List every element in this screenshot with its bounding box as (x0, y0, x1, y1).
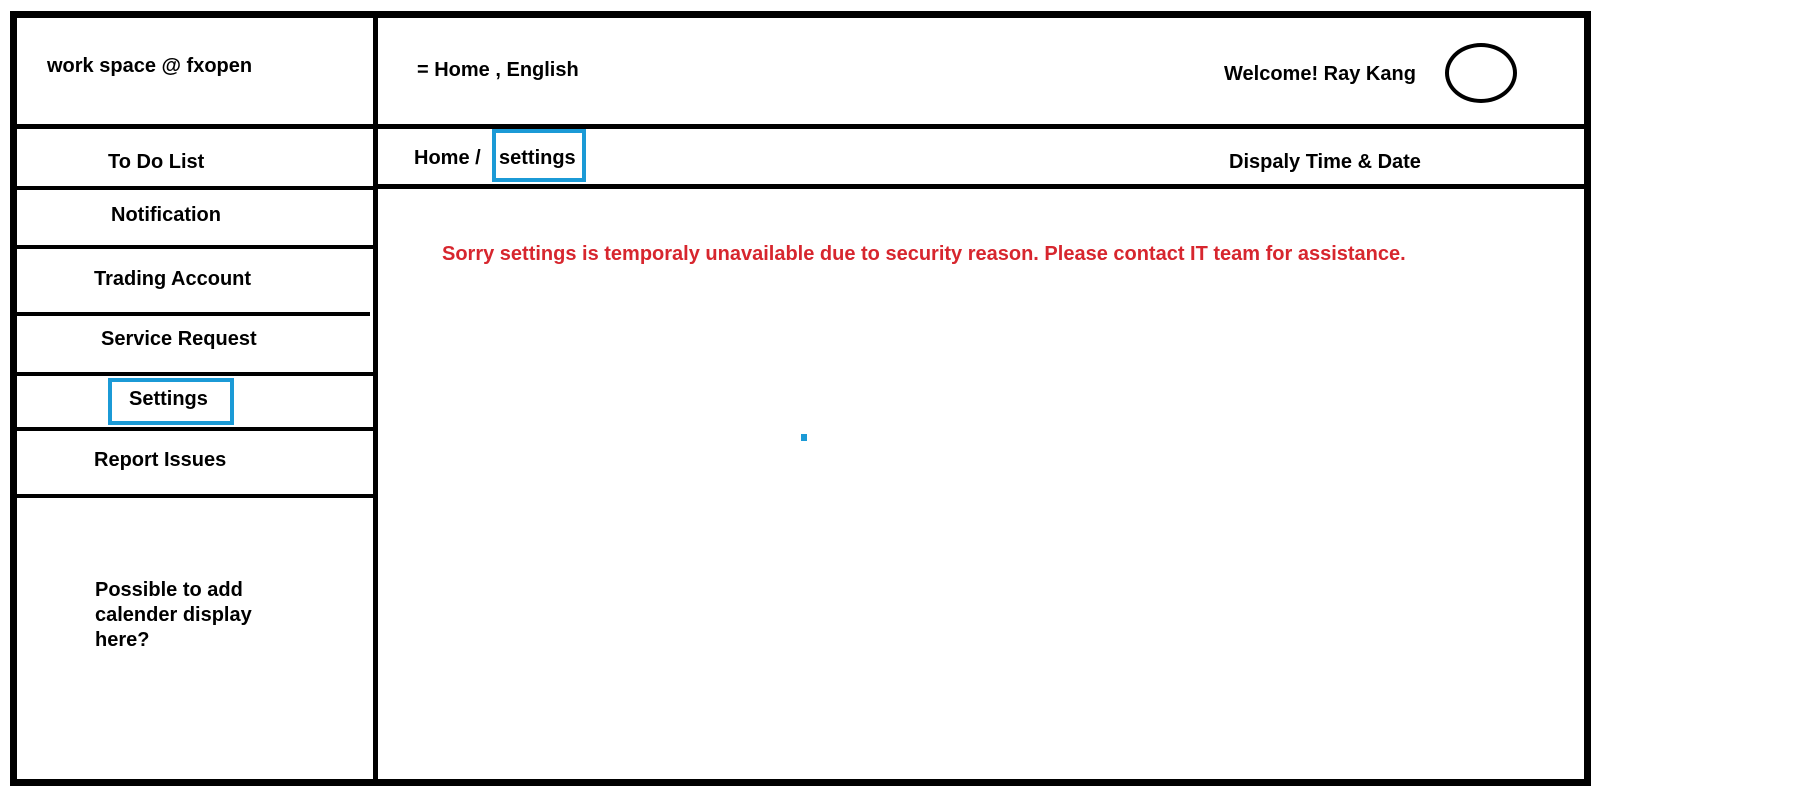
sidebar-separator (10, 186, 373, 190)
sidebar-item-settings[interactable]: Settings (129, 387, 208, 411)
breadcrumb-divider (375, 184, 1591, 189)
datetime-display: Dispaly Time & Date (1229, 151, 1421, 173)
error-message: Sorry settings is temporaly unavailable … (442, 243, 1406, 265)
sidebar-item-notification[interactable]: Notification (111, 203, 221, 227)
calendar-placeholder-note: Possible to add calender display here? (95, 579, 252, 651)
nav-menu-link[interactable]: = Home , English (417, 58, 579, 82)
sidebar-item-report-issues[interactable]: Report Issues (94, 448, 226, 472)
breadcrumb-home-link[interactable]: Home / (414, 146, 481, 170)
sidebar-separator (10, 427, 373, 431)
header-divider (10, 124, 1591, 129)
breadcrumb-current: settings (499, 147, 576, 169)
sidebar-item-trading-account[interactable]: Trading Account (94, 267, 251, 291)
sidebar-item-to-do-list[interactable]: To Do List (108, 150, 204, 174)
workspace-title: work space @ fxopen (47, 55, 253, 77)
sidebar-separator (10, 245, 373, 249)
welcome-text: Welcome! Ray Kang (1224, 63, 1416, 85)
avatar[interactable] (1445, 43, 1517, 103)
sidebar-separator (10, 494, 373, 498)
sidebar-item-service-request[interactable]: Service Request (101, 327, 257, 351)
cursor-marker (801, 434, 807, 441)
sidebar-separator (10, 312, 370, 316)
sidebar-separator (10, 372, 373, 376)
